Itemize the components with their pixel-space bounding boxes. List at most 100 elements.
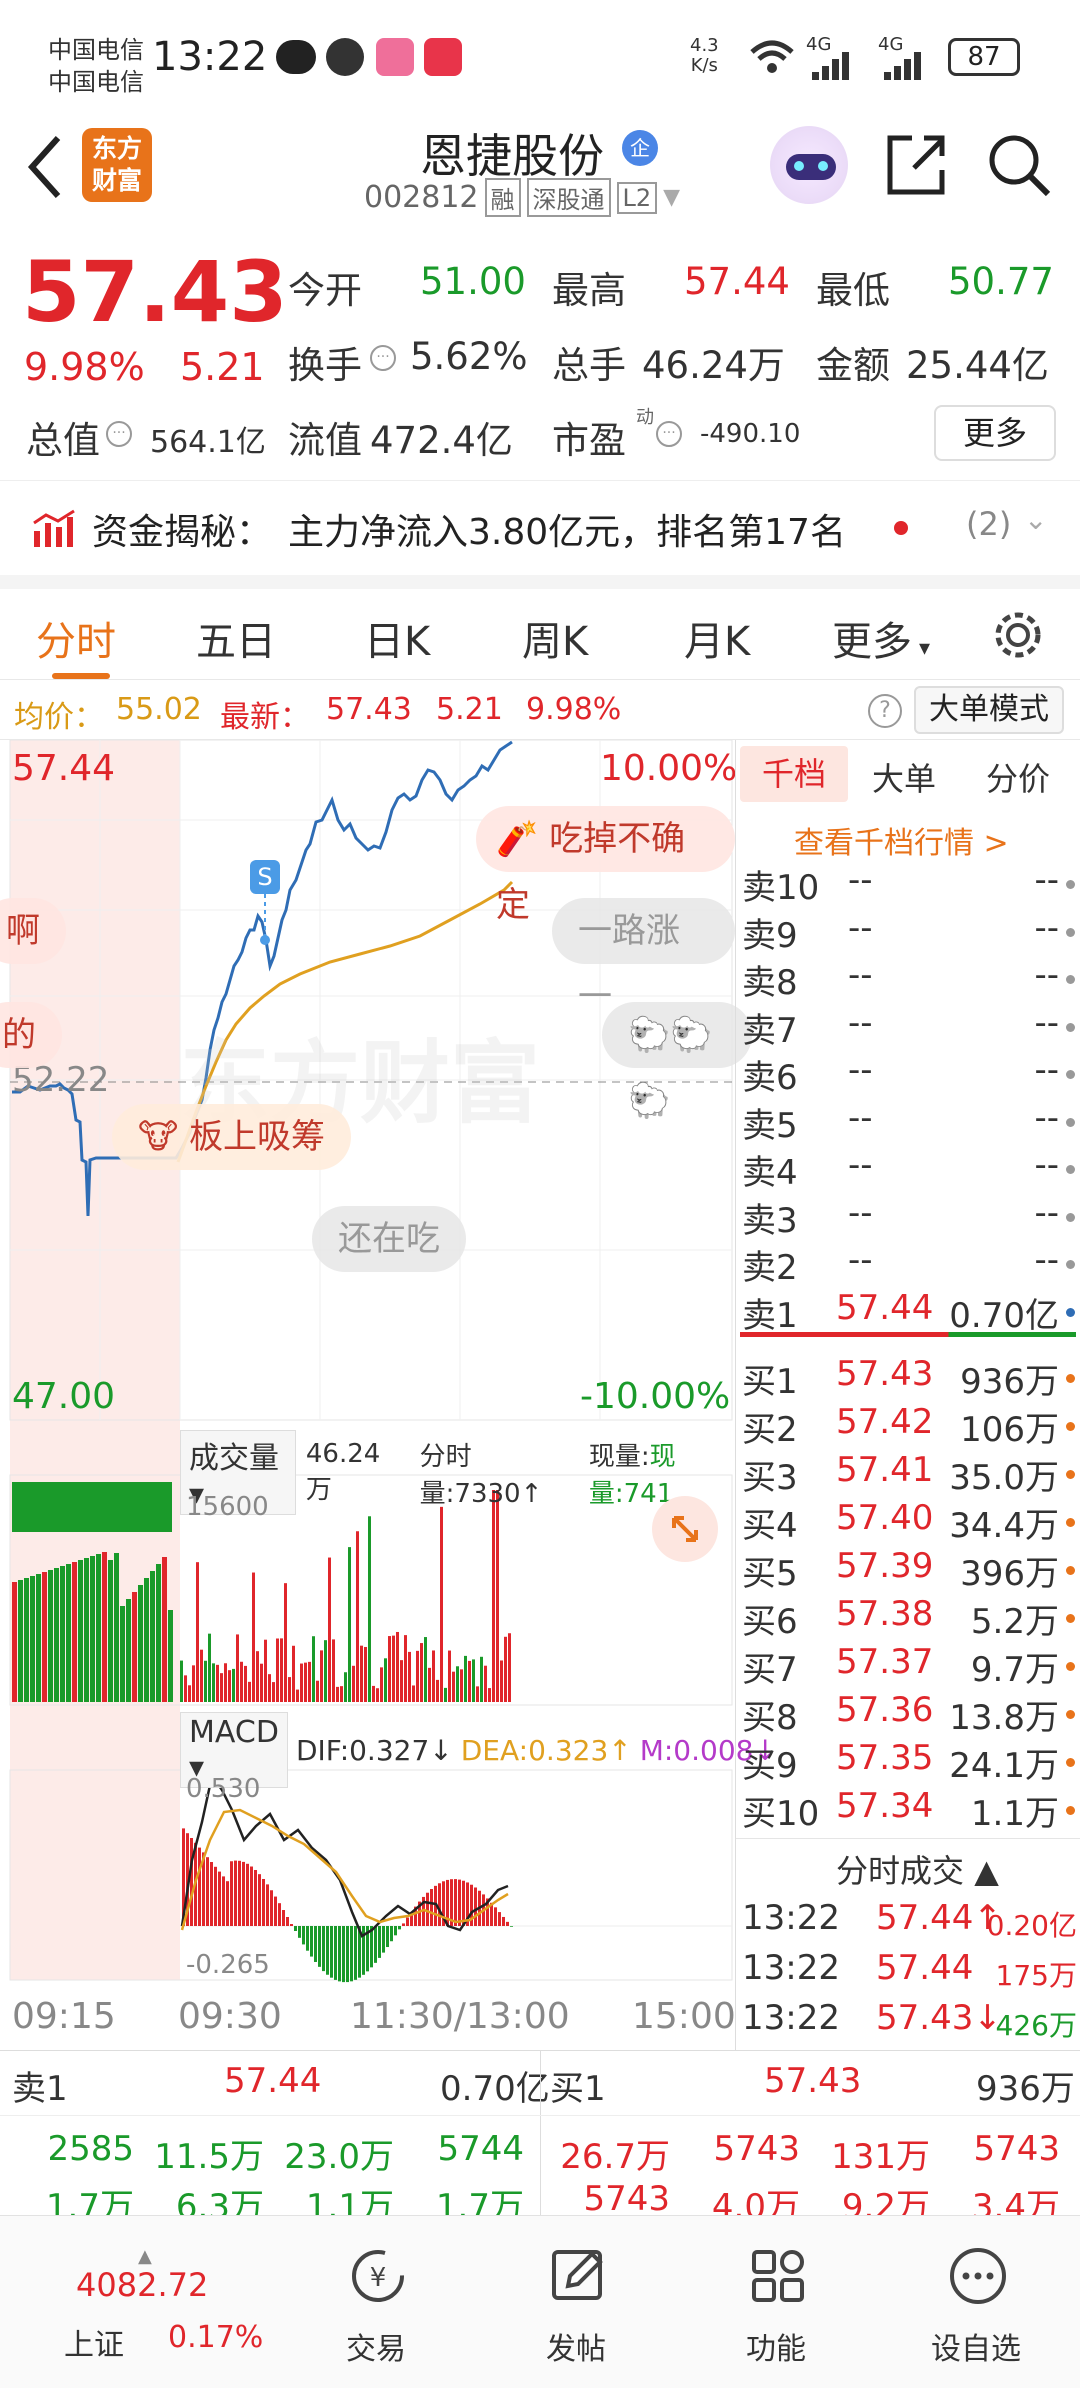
level-dot	[1066, 1470, 1075, 1479]
volume-bar	[276, 1638, 279, 1702]
bid-level-row[interactable]: 买10 57.34 1.1万	[736, 1786, 1080, 1834]
danmaku-bubble-emoji[interactable]: 🐑🐑🐑	[602, 1002, 752, 1121]
bid-level-row[interactable]: 买3 57.41 35.0万	[736, 1450, 1080, 1498]
last-change: 5.21	[436, 692, 503, 727]
chevron-down-icon[interactable]: ▼	[663, 185, 680, 210]
view-depth-link[interactable]: 查看千档行情 >	[794, 818, 1009, 862]
danmaku-bubble-3[interactable]: 啊	[0, 898, 66, 964]
fund-flow-bar[interactable]: 资金揭秘： 主力净流入3.80亿元，排名第17名 (2) ⌄	[0, 480, 1080, 575]
pe-info-icon[interactable]: ···	[656, 421, 682, 447]
price-axis-bottom: 47.00	[12, 1376, 116, 1417]
ask-level-row[interactable]: 卖10 -- --	[736, 860, 1080, 908]
level-price: --	[848, 955, 873, 995]
volume-bar	[504, 1636, 507, 1702]
bid-level-row[interactable]: 买8 57.36 13.8万	[736, 1690, 1080, 1738]
info-icon[interactable]: ···	[106, 421, 132, 447]
chevron-down-icon[interactable]: ⌄	[1024, 503, 1047, 536]
change-amount: 5.21	[180, 345, 265, 389]
ask-level-row[interactable]: 卖8 -- --	[736, 955, 1080, 1003]
level-price: --	[848, 1097, 873, 1138]
volume-bar	[348, 1547, 351, 1702]
volume-bar	[412, 1685, 415, 1702]
bid-level-row[interactable]: 买6 57.38 5.2万	[736, 1594, 1080, 1642]
volume-bar	[78, 1560, 83, 1702]
tab-monthly-k[interactable]: 月K	[684, 609, 750, 667]
ask-level-row[interactable]: 卖3 -- --	[736, 1193, 1080, 1241]
volume-bar	[308, 1661, 311, 1702]
volume-bar	[256, 1651, 259, 1702]
tab-intraday[interactable]: 分时	[36, 609, 116, 667]
ask-level-row[interactable]: 卖2 -- --	[736, 1240, 1080, 1288]
intraday-chart[interactable]: 东方财富 57.44 52.22 47.00 10.00% -10.00% S …	[0, 740, 777, 2050]
ask-level-row[interactable]: 卖7 -- --	[736, 1003, 1080, 1051]
high-value: 57.44	[684, 260, 790, 303]
amount-value: 25.44亿	[906, 344, 1049, 387]
ask-level-row[interactable]: 卖6 -- --	[736, 1050, 1080, 1098]
volume-bar	[464, 1655, 467, 1702]
danmaku-bubble-5[interactable]: 🐮 板上吸筹	[112, 1104, 352, 1170]
tab-five-day[interactable]: 五日	[196, 609, 276, 667]
danmaku-bubble-6[interactable]: 还在吃	[312, 1206, 466, 1272]
ask-level-row[interactable]: 卖9 -- --	[736, 908, 1080, 956]
share-icon[interactable]	[884, 130, 948, 200]
level-price: --	[848, 1145, 873, 1185]
volume-bar	[452, 1671, 455, 1702]
ask-level-row[interactable]: 卖5 -- --	[736, 1098, 1080, 1146]
tab-thousand-level[interactable]: 千档	[740, 746, 848, 802]
index-ticker[interactable]: 4082.72 ▲ 上证 0.17%	[20, 2216, 280, 2389]
avg-label: 均价：	[14, 700, 104, 735]
level-volume: 0.70亿	[949, 1295, 1059, 1336]
tab-weekly-k[interactable]: 周K	[522, 609, 588, 667]
trades-title[interactable]: 分时成交 ▲	[836, 1846, 999, 1892]
nav-functions-label: 功能	[746, 2332, 806, 2367]
ask-level-row[interactable]: 卖1 57.44 0.70亿	[736, 1288, 1080, 1336]
trade-volume: 0.20亿	[986, 1909, 1077, 1942]
volume-bar	[400, 1660, 403, 1702]
bid-level-row[interactable]: 买7 57.37 9.7万	[736, 1642, 1080, 1690]
macd-bar	[350, 1926, 353, 1982]
enterprise-badge[interactable]: 企	[622, 130, 658, 166]
big-order-mode-button[interactable]: 大单模式	[914, 686, 1064, 734]
level-label: 买2	[742, 1410, 798, 1450]
bid-level-row[interactable]: 买5 57.39 396万	[736, 1546, 1080, 1594]
bid-level-row[interactable]: 买4 57.40 34.4万	[736, 1498, 1080, 1546]
volume-bar	[304, 1662, 307, 1702]
search-icon[interactable]	[984, 130, 1054, 200]
bid-level-row[interactable]: 买9 57.35 24.1万	[736, 1738, 1080, 1786]
bid-level-row[interactable]: 买1 57.43 936万	[736, 1354, 1080, 1402]
tab-more[interactable]: 更多 ▾	[832, 609, 930, 667]
level-price: --	[848, 1240, 873, 1280]
turnover-info-icon[interactable]: ···	[370, 345, 396, 371]
robot-assistant-icon[interactable]	[770, 126, 848, 204]
level-volume: 936万	[960, 1362, 1059, 1402]
tab-price-distribution[interactable]: 分价	[986, 754, 1050, 800]
macd-bar	[214, 1866, 217, 1926]
bid-level-row[interactable]: 买2 57.42 106万	[736, 1402, 1080, 1450]
danmaku-bubble-2[interactable]: 一路涨一	[552, 898, 735, 1017]
gear-icon[interactable]	[990, 607, 1046, 663]
danmaku-bubble-1[interactable]: 🧨 吃掉不确定	[476, 806, 735, 925]
volume-bar	[404, 1635, 407, 1702]
nav-add-favorite[interactable]: 设自选	[876, 2216, 1076, 2389]
eastmoney-logo[interactable]: 东方 财富	[82, 128, 152, 202]
tab-daily-k[interactable]: 日K	[364, 609, 430, 667]
trade-volume: 426万	[995, 2009, 1077, 2042]
macd-bar	[334, 1926, 337, 1980]
more-button[interactable]: 更多	[934, 405, 1056, 461]
sell-marker[interactable]: S	[250, 860, 280, 894]
macd-bar	[390, 1926, 393, 1942]
nav-trade[interactable]: ¥ 交易	[276, 2216, 476, 2389]
back-icon[interactable]	[22, 132, 66, 202]
volume-bar	[432, 1650, 435, 1702]
macd-axis-top: 0.530	[186, 1774, 261, 1804]
macd-bar	[242, 1861, 245, 1926]
help-icon[interactable]: ?	[868, 694, 902, 728]
nav-post[interactable]: 发帖	[476, 2216, 676, 2389]
ask-level-row[interactable]: 卖4 -- --	[736, 1145, 1080, 1193]
volume-bar	[208, 1633, 211, 1702]
level-volume: 24.1万	[949, 1746, 1059, 1786]
tab-big-orders[interactable]: 大单	[872, 754, 936, 800]
market-cap: 564.1亿	[150, 425, 266, 460]
nav-functions[interactable]: 功能	[676, 2216, 876, 2389]
expand-icon[interactable]	[652, 1496, 718, 1562]
